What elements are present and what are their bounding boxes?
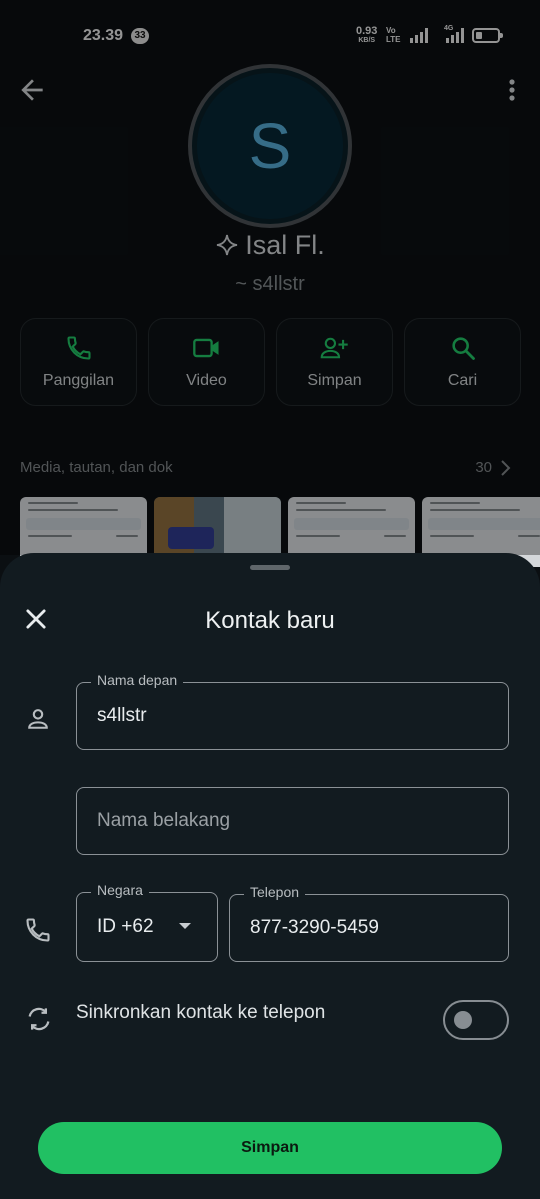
phone-value: 877-3290-5459 [250,917,379,938]
last-name-field[interactable]: Nama belakang [76,787,509,855]
first-name-field[interactable]: Nama depan s4llstr [76,672,509,750]
sync-toggle[interactable] [443,1000,509,1040]
sheet-title: Kontak baru [205,607,335,634]
sheet-drag-handle[interactable] [250,565,290,570]
sync-label: Sinkronkan kontak ke telepon [76,1002,326,1023]
toggle-knob [454,1011,472,1029]
country-select[interactable]: Negara ID +62 [76,882,218,962]
new-contact-sheet: Kontak baru Nama depan s4llstr Nama bela… [0,553,540,1199]
person-icon [28,709,48,729]
phone-field[interactable]: Telepon 877-3290-5459 [229,884,509,962]
last-name-placeholder: Nama belakang [97,810,231,831]
phone-icon [26,918,50,942]
sync-icon [28,1007,50,1031]
sheet-scrim[interactable] [0,0,540,555]
dropdown-arrow-icon [179,923,191,929]
save-button[interactable]: Simpan [38,1122,502,1174]
country-value: ID +62 [97,916,154,937]
first-name-value: s4llstr [97,705,147,726]
